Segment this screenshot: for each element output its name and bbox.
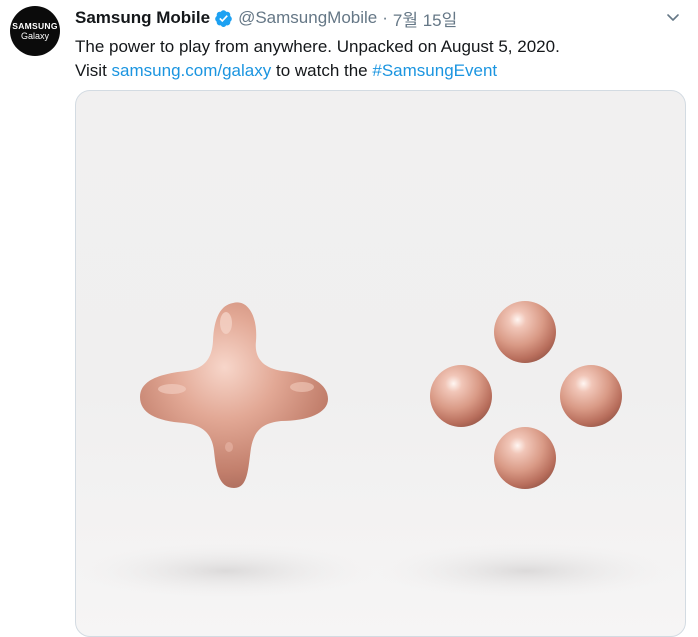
buttons-shadow — [376, 543, 676, 599]
author-name[interactable]: Samsung Mobile — [75, 8, 210, 28]
verified-badge-icon — [215, 9, 232, 27]
tweet-text-line1: The power to play from anywhere. Unpacke… — [75, 37, 560, 56]
tweet-text-mid: to watch the — [275, 61, 368, 80]
cross-shadow — [76, 543, 376, 599]
button-bottom-icon — [494, 427, 556, 489]
tweet-text: The power to play from anywhere. Unpacke… — [75, 35, 560, 83]
button-left-icon — [430, 365, 492, 427]
tweet-date[interactable]: 7월 15일 — [393, 6, 457, 31]
hashtag-link[interactable]: #SamsungEvent — [372, 61, 497, 80]
dpad-cross-icon — [140, 302, 328, 488]
avatar[interactable]: SAMSUNG Galaxy — [10, 6, 60, 56]
tweet-header: Samsung Mobile @SamsungMobile · 7월 15일 — [75, 6, 457, 31]
author-handle[interactable]: @SamsungMobile — [238, 8, 377, 28]
media-illustration — [76, 301, 676, 599]
galaxy-link[interactable]: samsung.com/galaxy — [112, 61, 272, 80]
chevron-down-icon[interactable] — [665, 9, 681, 25]
separator-dot: · — [382, 8, 388, 27]
button-right-icon — [560, 365, 622, 427]
avatar-text-line1: SAMSUNG — [12, 20, 58, 31]
button-top-icon — [494, 301, 556, 363]
tweet-text-line2: Visit samsung.com/galaxy to watch the #S… — [75, 59, 560, 83]
tweet-media[interactable] — [75, 90, 686, 637]
avatar-text-line2: Galaxy — [20, 30, 49, 41]
tweet-text-visit: Visit — [75, 61, 107, 80]
